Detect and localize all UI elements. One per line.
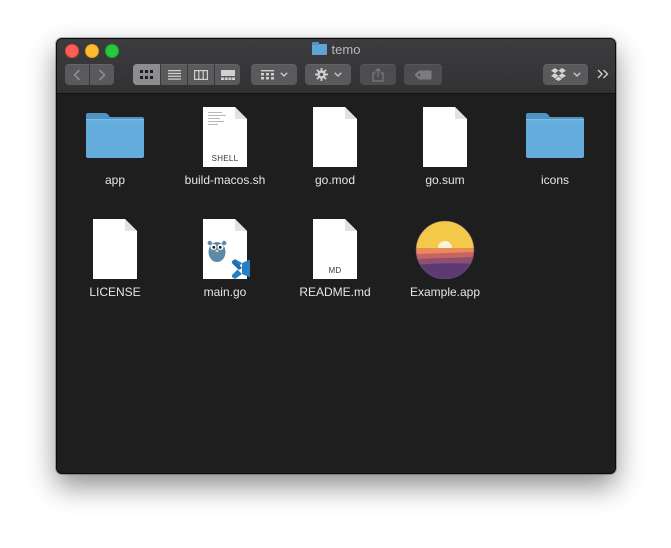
file-name: icons <box>540 173 569 187</box>
view-mode-control <box>133 64 240 85</box>
list-view-button[interactable] <box>161 64 187 85</box>
file-badge: MD <box>328 266 342 275</box>
forward-button[interactable] <box>90 64 114 85</box>
chevron-down-icon <box>279 72 288 77</box>
folder-icon <box>311 42 327 55</box>
file-area: app SHELL build-macos.sh go.mod go.sum i… <box>57 94 615 473</box>
icon-view-button[interactable] <box>133 64 160 85</box>
gallery-view-icon <box>220 69 235 80</box>
file-name: main.go <box>203 285 247 299</box>
chevron-double-right-icon <box>597 69 609 79</box>
dropbox-button[interactable] <box>543 64 588 85</box>
dropbox-icon <box>550 68 566 81</box>
file-badge: SHELL <box>211 154 239 163</box>
back-button[interactable] <box>65 64 89 85</box>
window-title-text: temo <box>331 42 361 57</box>
list-view-icon <box>167 69 181 80</box>
tag-icon <box>414 70 432 79</box>
share-icon <box>372 67 384 82</box>
chevron-down-icon <box>333 72 342 77</box>
chevron-right-icon <box>98 68 106 81</box>
tag-button[interactable] <box>404 64 442 85</box>
file-name: app <box>104 173 126 187</box>
folder-icon <box>86 113 144 158</box>
window-title: temo <box>57 41 615 59</box>
chevron-left-icon <box>73 68 81 81</box>
share-button[interactable] <box>360 64 396 85</box>
finder-window: temo app SHELL build-macos.sh go.mod go.… <box>56 38 616 474</box>
gear-icon <box>314 68 328 81</box>
application-icon <box>415 220 475 279</box>
go-source-icon <box>203 219 250 279</box>
back-forward-control <box>65 64 114 85</box>
file-name: build-macos.sh <box>184 173 266 187</box>
group-by-icon <box>260 69 274 79</box>
folder-icon <box>526 113 584 158</box>
icon-view-icon <box>140 69 153 79</box>
column-view-button[interactable] <box>188 64 214 85</box>
file-name: LICENSE <box>89 285 141 299</box>
chevron-down-icon <box>572 72 581 77</box>
column-view-icon <box>194 69 208 80</box>
document-icon <box>93 219 137 279</box>
title-bar: temo <box>57 39 615 94</box>
gallery-view-button[interactable] <box>215 64 240 85</box>
group-by-button[interactable] <box>251 64 297 85</box>
toolbar-overflow-button[interactable] <box>595 67 611 81</box>
file-name: go.mod <box>314 173 356 187</box>
file-name: go.sum <box>425 173 465 187</box>
file-name: Example.app <box>409 285 481 299</box>
file-name: README.md <box>299 285 371 299</box>
document-icon <box>313 107 357 167</box>
action-menu-button[interactable] <box>305 64 351 85</box>
document-icon <box>423 107 467 167</box>
